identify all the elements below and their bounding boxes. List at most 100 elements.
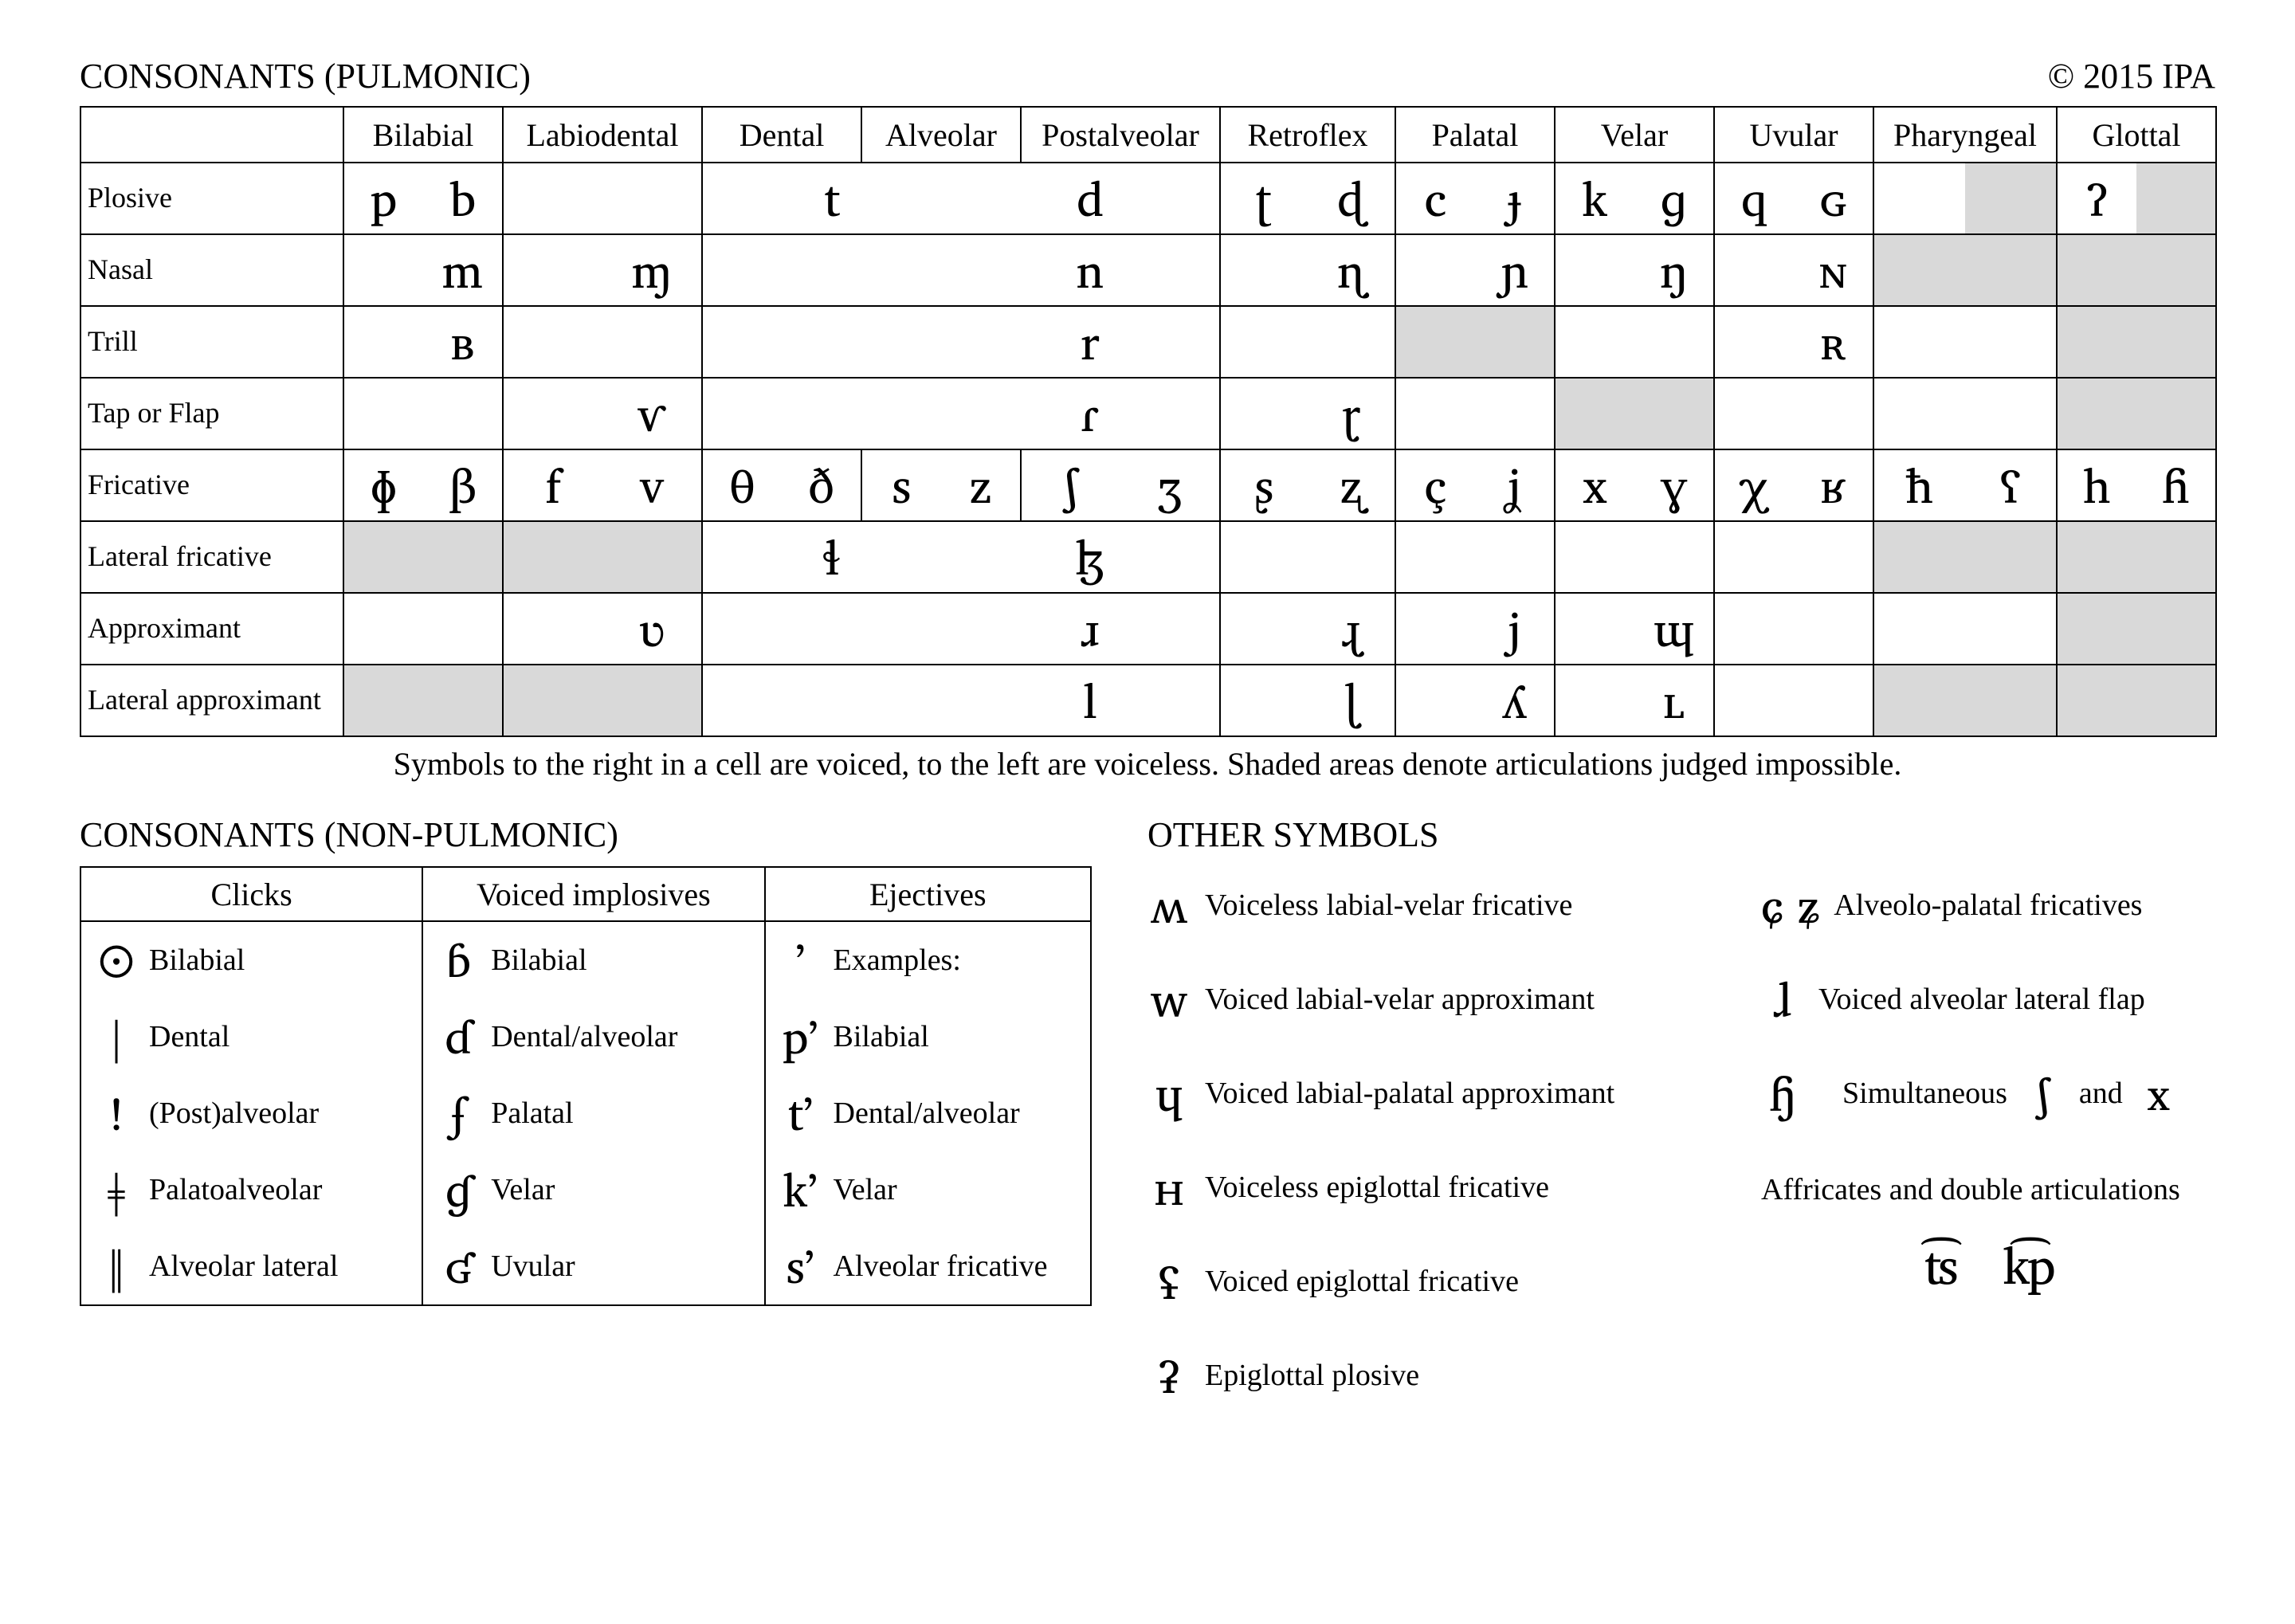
np-cell: ǁAlveolar lateral — [80, 1228, 422, 1305]
ipa-symbol: χ — [1715, 450, 1794, 520]
consonant-cell: m — [343, 234, 503, 306]
np-label: Velar — [834, 1172, 897, 1207]
ipa-symbol — [344, 665, 423, 736]
consonant-cell: ɲ — [1395, 234, 1555, 306]
np-cell: ǀDental — [80, 998, 422, 1075]
ipa-symbol — [2136, 379, 2215, 449]
consonant-cell — [343, 378, 503, 449]
ipa-symbol: kʼ — [779, 1152, 822, 1227]
ipa-symbol — [1396, 594, 1475, 664]
ipa-symbol — [703, 379, 961, 449]
np-label: Palatoalveolar — [149, 1172, 322, 1207]
manner-header: Lateral fricative — [80, 521, 343, 593]
ipa-symbol — [602, 163, 701, 233]
consonant-cell — [1395, 378, 1555, 449]
ipa-symbol: ʼ — [779, 923, 822, 998]
np-label: (Post)alveolar — [149, 1096, 319, 1131]
other-label: Epiglottal plosive — [1205, 1358, 1419, 1393]
consonant-cell: sz — [861, 449, 1021, 521]
ipa-symbol: ħ — [1874, 450, 1965, 520]
ipa-symbol — [1794, 379, 1873, 449]
consonant-cell — [1873, 378, 2057, 449]
ipa-symbol: ʟ — [1634, 665, 1713, 736]
consonant-cell: ɭ — [1220, 665, 1395, 736]
ipa-symbol — [1965, 235, 2056, 305]
ipa-symbol — [423, 522, 502, 592]
consonant-cell: ɰ — [1555, 593, 1714, 665]
ipa-symbol: ǀ — [95, 999, 138, 1074]
consonant-cell — [343, 665, 503, 736]
place-header: Postalveolar — [1021, 107, 1220, 163]
ipa-symbol: f — [504, 450, 602, 520]
place-header: Dental — [702, 107, 861, 163]
ipa-symbol — [423, 379, 502, 449]
ipa-symbol: ǂ — [95, 1152, 138, 1227]
consonant-cell — [2057, 593, 2216, 665]
np-cell: ʼExamples: — [765, 921, 1092, 998]
consonant-cell: ħʕ — [1873, 449, 2057, 521]
np-label: Bilabial — [149, 943, 245, 978]
ipa-symbol: k — [1556, 163, 1634, 233]
ipa-symbol: ǁ — [95, 1229, 138, 1304]
ipa-symbol — [2058, 235, 2136, 305]
consonant-cell: ɻ — [1220, 593, 1395, 665]
ipa-symbol — [602, 522, 701, 592]
pulmonic-title: CONSONANTS (PULMONIC) — [80, 56, 531, 96]
ipa-symbol: r — [961, 307, 1219, 377]
other-label: Simultaneous — [1842, 1076, 2007, 1111]
other-label: Voiceless epiglottal fricative — [1205, 1170, 1549, 1205]
ipa-symbol — [1874, 522, 1965, 592]
consonant-cell: ʔ — [2057, 163, 2216, 234]
ipa-symbol: h — [2058, 450, 2136, 520]
ipa-symbol — [1556, 235, 1634, 305]
consonant-cell — [2057, 665, 2216, 736]
ipa-symbol — [1221, 594, 1308, 664]
ipa-symbol — [2136, 665, 2215, 736]
ipa-symbol — [504, 235, 602, 305]
consonant-cell: ʎ — [1395, 665, 1555, 736]
ipa-symbol: ʍ — [1148, 866, 1191, 944]
nonpulmonic-table: ClicksVoiced implosivesEjectives ʘBilabi… — [80, 866, 1092, 1306]
manner-header: Lateral approximant — [80, 665, 343, 736]
ipa-symbol: t͡s — [1924, 1223, 1955, 1307]
consonant-cell — [2057, 234, 2216, 306]
consonant-cell — [503, 306, 702, 378]
consonant-cell: ɬɮ — [702, 521, 1220, 593]
place-header: Alveolar — [861, 107, 1021, 163]
ipa-symbol — [504, 594, 602, 664]
ipa-symbol: ð — [782, 450, 861, 520]
ipa-symbol — [1396, 307, 1475, 377]
ipa-symbol — [1965, 307, 2056, 377]
np-label: Alveolar fricative — [834, 1249, 1048, 1284]
ipa-symbol — [1874, 235, 1965, 305]
ipa-symbol: p — [344, 163, 423, 233]
ipa-symbol: ɰ — [1634, 594, 1713, 664]
np-cell: ǃ(Post)alveolar — [80, 1075, 422, 1151]
ipa-symbol: ŋ — [1634, 235, 1713, 305]
ipa-symbol — [2136, 163, 2215, 233]
np-label: Dental/alveolar — [834, 1096, 1020, 1131]
ipa-symbol — [1396, 379, 1475, 449]
consonant-cell: θð — [702, 449, 861, 521]
np-cell: kʼ Velar — [765, 1151, 1092, 1228]
consonant-cell: çʝ — [1395, 449, 1555, 521]
np-cell: ɓBilabial — [422, 921, 764, 998]
ipa-symbol: ç — [1396, 450, 1475, 520]
ipa-symbol — [2136, 307, 2215, 377]
ipa-symbol — [1874, 307, 1965, 377]
ipa-symbol — [2136, 522, 2215, 592]
np-header: Clicks — [80, 867, 422, 921]
ipa-symbol: ɺ — [1761, 960, 1804, 1038]
consonant-cell: ʙ — [343, 306, 503, 378]
ipa-symbol: θ — [703, 450, 782, 520]
np-cell: ǂ Palatoalveolar — [80, 1151, 422, 1228]
ipa-symbol — [703, 307, 961, 377]
ipa-symbol: ɹ — [961, 594, 1219, 664]
ipa-symbol — [344, 522, 423, 592]
ipa-symbol: ʘ — [95, 923, 138, 998]
ipa-symbol: ʃ — [1022, 450, 1120, 520]
ipa-symbol: sʼ — [779, 1229, 822, 1304]
ipa-symbol: ʜ — [1148, 1148, 1191, 1226]
manner-header: Trill — [80, 306, 343, 378]
ipa-symbol — [703, 594, 961, 664]
